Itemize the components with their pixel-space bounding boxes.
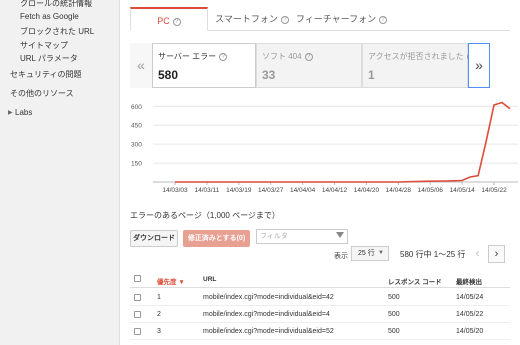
sidebar-item-crawl-stats[interactable]: クロールの統計情報: [20, 0, 92, 9]
y-tick-label: 450: [131, 123, 142, 130]
row-priority: 3: [157, 328, 161, 335]
x-tick-label: 14/04/28: [386, 187, 412, 194]
metric-label: ソフト 404: [262, 52, 302, 61]
metric-access-denied[interactable]: アクセスが拒否されました? 1: [362, 43, 475, 88]
tab-feature-phone-label: フィーチャーフォン: [295, 14, 377, 24]
y-tick-label: 150: [131, 161, 142, 168]
sidebar-item-fetch-as-google[interactable]: Fetch as Google: [20, 12, 79, 21]
row-priority: 1: [157, 294, 161, 301]
y-tick-label: 600: [131, 104, 142, 111]
sidebar-item-labs[interactable]: Labs: [15, 108, 32, 117]
select-all-checkbox[interactable]: [134, 275, 141, 282]
filter-placeholder: フィルタ: [260, 233, 288, 240]
display-label: 表示: [334, 253, 348, 260]
mark-as-fixed-button[interactable]: 修正済みとする(0): [183, 230, 250, 247]
x-tick-label: 14/03/03: [162, 187, 188, 194]
row-response-code: 500: [388, 311, 400, 318]
tab-pc[interactable]: PC?: [130, 7, 208, 31]
sidebar-item-url-parameters[interactable]: URL パラメータ: [20, 53, 78, 64]
rows-per-page-value: 25 行: [358, 250, 375, 257]
tab-smartphone[interactable]: スマートフォン?: [212, 7, 292, 31]
help-icon[interactable]: ?: [280, 16, 289, 24]
row-response-code: 500: [388, 294, 400, 301]
x-tick-label: 14/04/12: [322, 187, 348, 194]
filter-icon[interactable]: [336, 232, 344, 238]
chevron-down-icon: ▼: [378, 250, 384, 256]
row-url[interactable]: mobile/index.cgi?mode=individual&eid=42: [203, 294, 334, 301]
x-tick-label: 14/04/04: [290, 187, 316, 194]
column-url[interactable]: URL: [203, 276, 216, 283]
rows-per-page-select[interactable]: 25 行 ▼: [351, 246, 389, 261]
metric-label: サーバー エラー: [158, 52, 217, 61]
row-checkbox[interactable]: [134, 294, 141, 301]
row-checkbox[interactable]: [134, 311, 141, 318]
x-tick-label: 14/03/19: [226, 187, 252, 194]
x-tick-label: 14/05/06: [418, 187, 444, 194]
column-last-detected[interactable]: 最終検出: [456, 276, 482, 286]
metric-server-error[interactable]: サーバー エラー? 580: [152, 43, 256, 88]
device-tabs: PC? スマートフォン? フィーチャーフォン?: [130, 7, 510, 31]
next-page-button[interactable]: ›: [488, 245, 505, 263]
error-type-selector: « サーバー エラー? 580 ソフト 404? 33 アクセスが拒否されました…: [130, 43, 490, 88]
sidebar-item-security-issues[interactable]: セキュリティの問題: [10, 69, 82, 80]
error-trend-chart: 150 300 450 600 14/03/03 14/03/11 14/03/19 14/0…: [131, 101, 518, 194]
row-last-detected: 14/05/24: [456, 294, 484, 301]
sidebar-item-blocked-urls[interactable]: ブロックされた URL: [20, 26, 94, 37]
download-button[interactable]: ダウンロード: [130, 230, 178, 247]
chevron-left-icon[interactable]: «: [130, 43, 152, 88]
column-priority[interactable]: 優先度 ▼: [157, 276, 185, 286]
help-icon[interactable]: ?: [219, 53, 228, 61]
row-url[interactable]: mobile/index.cgi?mode=individual&eid=52: [203, 328, 334, 335]
metric-value: 1: [368, 68, 375, 82]
x-tick-label: 14/05/22: [481, 187, 507, 194]
x-tick-label: 14/04/20: [354, 187, 380, 194]
x-tick-label: 14/03/27: [258, 187, 284, 194]
column-priority-label: 優先度: [157, 279, 177, 286]
series-line: [175, 101, 511, 183]
column-response-code[interactable]: レスポンス コード: [388, 276, 442, 286]
sidebar-item-other-resources[interactable]: その他のリソース: [10, 88, 74, 99]
tab-pc-label: PC: [157, 16, 170, 26]
help-icon[interactable]: ?: [172, 18, 181, 26]
metric-soft-404[interactable]: ソフト 404? 33: [256, 43, 362, 88]
metric-value: 33: [262, 68, 276, 82]
expand-triangle-icon[interactable]: ▶: [8, 109, 13, 116]
tab-smartphone-label: スマートフォン: [215, 14, 278, 24]
row-checkbox[interactable]: [134, 328, 141, 335]
sort-desc-icon: ▼: [178, 279, 185, 286]
table-row[interactable]: 3 mobile/index.cgi?mode=individual&eid=5…: [130, 324, 510, 340]
table-header: 優先度 ▼ URL レスポンス コード 最終検出: [130, 270, 510, 288]
tab-feature-phone[interactable]: フィーチャーフォン?: [294, 7, 389, 31]
row-url[interactable]: mobile/index.cgi?mode=individual&eid=4: [203, 311, 330, 318]
x-tick-label: 14/03/11: [194, 187, 219, 194]
x-tick-label: 14/05/14: [449, 187, 475, 194]
row-last-detected: 14/05/22: [456, 311, 484, 318]
row-last-detected: 14/05/20: [456, 328, 484, 335]
y-tick-label: 300: [131, 142, 142, 149]
metric-label: アクセスが拒否されました: [368, 52, 464, 61]
sidebar: クロールの統計情報 Fetch as Google ブロックされた URL サイ…: [0, 0, 120, 345]
table-row[interactable]: 2 mobile/index.cgi?mode=individual&eid=4…: [130, 307, 510, 323]
pagination-range: 580 行中 1～25 行: [400, 250, 466, 259]
help-icon[interactable]: ?: [304, 53, 313, 61]
chevron-right-icon[interactable]: »: [468, 43, 490, 88]
row-priority: 2: [157, 311, 161, 318]
errors-heading: エラーのあるページ（1,000 ページまで）: [130, 211, 280, 220]
filter-input[interactable]: フィルタ: [256, 229, 348, 244]
table-row[interactable]: 1 mobile/index.cgi?mode=individual&eid=4…: [130, 290, 510, 306]
previous-page-button[interactable]: ‹: [469, 245, 486, 263]
metric-value: 580: [158, 68, 179, 82]
sidebar-item-sitemaps[interactable]: サイトマップ: [20, 40, 68, 51]
help-icon[interactable]: ?: [379, 16, 388, 24]
row-response-code: 500: [388, 328, 400, 335]
